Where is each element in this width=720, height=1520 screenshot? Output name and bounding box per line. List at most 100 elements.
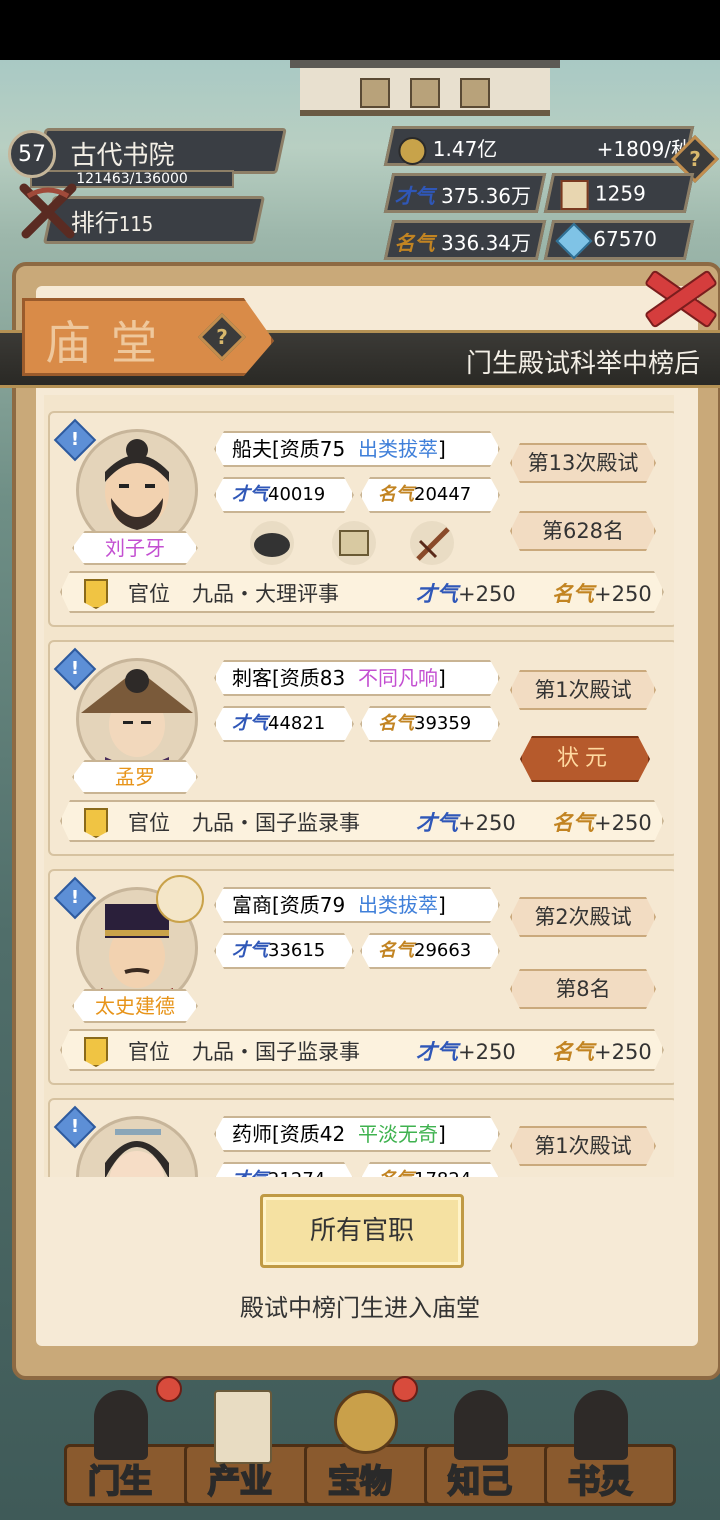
crossed-swords-icon: [19, 183, 77, 239]
office-row: 官位 九品・国子监录事 才气+250 名气+250: [60, 1029, 664, 1071]
caiqi-icon: 才气: [232, 940, 268, 961]
office-title: 九品・国子监录事: [192, 1040, 360, 1064]
nav-industry[interactable]: 产业: [180, 1380, 300, 1520]
book-spirit-figure-icon: [574, 1390, 628, 1460]
caiqi-bonus: 才气+250: [416, 811, 516, 835]
caiqi-icon: 才气: [232, 713, 268, 734]
exam-count: 第1次殿试: [510, 670, 656, 710]
school-name: 古代书院: [70, 141, 175, 171]
student-figure-icon: [94, 1390, 148, 1460]
scroll-resource: 1259: [543, 173, 695, 213]
profession-pill: 药师[资质42 平淡无奇]: [214, 1116, 500, 1152]
profession-pill: 刺客[资质83 不同凡响]: [214, 660, 500, 696]
nav-confidant[interactable]: 知己: [420, 1380, 540, 1520]
office-row: 官位 九品・大理评事 才气+250 名气+250: [60, 571, 664, 613]
caiqi-icon: 才气: [232, 484, 268, 505]
map-icon: [214, 1390, 272, 1464]
mingqi-icon: 名气: [378, 1169, 414, 1177]
exam-rank: 第628名: [510, 511, 656, 551]
mingqi-bonus: 名气+250: [552, 1040, 652, 1064]
nav-label: 门生: [87, 1461, 153, 1501]
office-badge-icon: [84, 579, 108, 609]
mingqi-stat: 名气29663: [360, 933, 500, 969]
mingqi-icon: 名气: [378, 713, 414, 734]
mingqi-icon: 名气: [394, 231, 435, 255]
mingqi-bonus: 名气+250: [552, 811, 652, 835]
mingqi-value: 336.34万: [441, 231, 532, 255]
caiqi-stat: 才气33615: [214, 933, 354, 969]
mingqi-resource: 名气 336.34万: [383, 220, 547, 260]
office-badge-icon: [84, 808, 108, 838]
exam-rank: 第8名: [510, 969, 656, 1009]
panel-title: 庙堂: [45, 316, 177, 370]
office-label: 官位: [128, 1040, 170, 1064]
coin-resource: 1.47亿 +1809/秒: [383, 126, 695, 166]
nav-book-spirit[interactable]: 书灵: [540, 1380, 660, 1520]
caiqi-resource: 才气 375.36万: [383, 173, 547, 213]
marquee-text: 门生殿试科举中榜后: [466, 349, 701, 379]
compass-icon: [334, 1390, 398, 1454]
coin-icon: [398, 136, 427, 165]
mingqi-stat: 名气39359: [360, 706, 500, 742]
school-name-pill[interactable]: 古代书院: [35, 128, 287, 174]
rank-label: 排行: [70, 209, 119, 237]
caiqi-bonus: 才气+250: [416, 582, 516, 606]
profession-pill: 船夫[资质75 出类拔萃]: [214, 431, 500, 467]
exam-count: 第13次殿试: [510, 443, 656, 483]
ink-stone-icon[interactable]: [250, 521, 294, 565]
scroll-value: 1259: [594, 181, 646, 206]
office-title: 九品・国子监录事: [192, 811, 360, 835]
profession-pill: 富商[资质79 出类拔萃]: [214, 887, 500, 923]
exam-count: 第2次殿试: [510, 897, 656, 937]
mingqi-icon: 名气: [378, 940, 414, 961]
office-label: 官位: [128, 811, 170, 835]
coin-value: 1.47亿: [432, 137, 498, 161]
student-card[interactable]: ! 刘子牙 船夫[资质75 出类拔萃] 第13次殿试 才气40019 名气204…: [48, 411, 674, 627]
nav-students[interactable]: 门生: [60, 1380, 180, 1520]
office-badge-icon: [84, 1037, 108, 1067]
student-card[interactable]: ! 药师[资质42 平淡无奇] 第1次殿试 才气21274 名气17824: [48, 1098, 674, 1177]
mingqi-stat: 名气20447: [360, 477, 500, 513]
rank-value: 115: [118, 212, 154, 236]
zhuangyuan-badge: 状元: [520, 736, 650, 782]
caiqi-icon: 才气: [394, 184, 435, 208]
student-name: 太史建德: [72, 989, 198, 1023]
caiqi-stat: 才气21274: [214, 1162, 354, 1177]
nav-label: 产业: [207, 1461, 273, 1501]
caiqi-icon: 才气: [232, 1169, 268, 1177]
mingqi-icon: 名气: [378, 484, 414, 505]
companion-avatar[interactable]: [156, 875, 204, 923]
footer-note: 殿试中榜门生进入庙堂: [240, 1294, 480, 1322]
level-badge: 57: [8, 130, 56, 178]
student-card[interactable]: ! 孟罗 刺客[资质83 不同凡响] 第1次殿试 才气44821 名气39359…: [48, 640, 674, 856]
mingqi-bonus: 名气+250: [552, 582, 652, 606]
office-title: 九品・大理评事: [192, 582, 339, 606]
all-offices-button[interactable]: 所有官职: [260, 1194, 464, 1268]
building-illustration: [290, 60, 560, 116]
mingqi-stat: 名气17824: [360, 1162, 500, 1177]
nav-label: 宝物: [327, 1461, 393, 1501]
office-label: 官位: [128, 582, 170, 606]
office-row: 官位 九品・国子监录事 才气+250 名气+250: [60, 800, 664, 842]
gem-resource: 67570: [543, 220, 695, 260]
scroll-icon: [560, 180, 589, 210]
caiqi-value: 375.36万: [441, 184, 532, 208]
student-list[interactable]: ! 刘子牙 船夫[资质75 出类拔萃] 第13次殿试 才气40019 名气204…: [44, 395, 674, 1177]
student-name: 刘子牙: [72, 531, 198, 565]
notification-dot: [392, 1376, 418, 1402]
caiqi-stat: 才气40019: [214, 477, 354, 513]
close-icon[interactable]: [636, 262, 716, 326]
nav-label: 书灵: [567, 1461, 633, 1501]
nav-label: 知己: [447, 1461, 513, 1501]
student-name: 孟罗: [72, 760, 198, 794]
student-card[interactable]: ! 太史建德 富商[资质79 出类拔萃] 第2次殿试 才气33615 名气296…: [48, 869, 674, 1085]
bottom-nav: 门生 产业 宝物 知己 书灵: [0, 1376, 720, 1520]
treasure-box-icon[interactable]: [332, 521, 376, 565]
caiqi-stat: 才气44821: [214, 706, 354, 742]
gem-value: 67570: [593, 227, 657, 251]
gem-icon: [555, 222, 593, 259]
notification-dot: [156, 1376, 182, 1402]
confidant-figure-icon: [454, 1390, 508, 1460]
caiqi-bonus: 才气+250: [416, 1040, 516, 1064]
sword-item-icon[interactable]: [410, 521, 454, 565]
